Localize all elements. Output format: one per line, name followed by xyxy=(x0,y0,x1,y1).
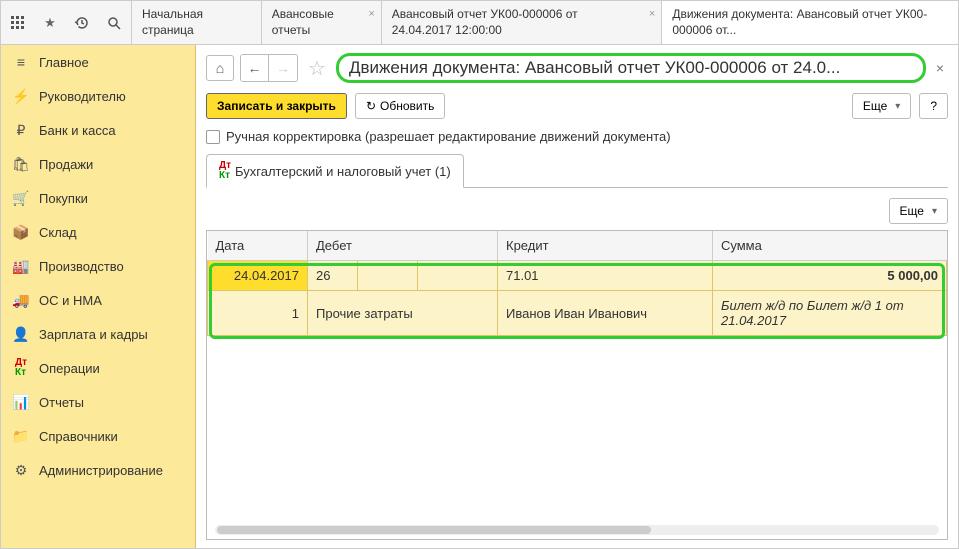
apps-icon[interactable] xyxy=(9,14,27,32)
close-icon[interactable]: × xyxy=(932,60,948,76)
sidebar-item-payroll[interactable]: 👤 Зарплата и кадры xyxy=(1,317,195,351)
scrollbar-horizontal[interactable] xyxy=(215,525,939,535)
factory-icon: 🏭 xyxy=(13,258,29,274)
bars-icon: 📊 xyxy=(13,394,29,410)
forward-button[interactable]: → xyxy=(269,55,297,81)
table-row[interactable]: 24.04.2017 26 71.01 5 000,00 xyxy=(208,261,947,291)
sidebar-item-label: Отчеты xyxy=(39,395,84,410)
col-credit[interactable]: Кредит xyxy=(498,231,713,261)
search-icon[interactable] xyxy=(105,14,123,32)
content-header: ⌂ ← → ☆ Движения документа: Авансовый от… xyxy=(206,53,948,83)
sidebar-item-label: Главное xyxy=(39,55,89,70)
nav-group: ← → xyxy=(240,54,298,82)
help-button[interactable]: ? xyxy=(919,93,948,119)
sidebar-item-label: Продажи xyxy=(39,157,93,172)
cell-debit-desc: Прочие затраты xyxy=(308,291,498,336)
cell-credit-desc: Иванов Иван Иванович xyxy=(498,291,713,336)
close-icon[interactable]: × xyxy=(649,7,655,21)
bag-icon: 🛍 xyxy=(13,156,29,172)
sidebar: ≡ Главное ⚡ Руководителю ₽ Банк и касса 🛍 Пр… xyxy=(1,45,196,548)
folder-icon: 📁 xyxy=(13,428,29,444)
sidebar-item-label: ОС и НМА xyxy=(39,293,102,308)
sidebar-item-purchases[interactable]: 🛒 Покупки xyxy=(1,181,195,215)
manual-correction-row: Ручная корректировка (разрешает редактир… xyxy=(206,129,948,144)
sidebar-item-label: Покупки xyxy=(39,191,88,206)
sidebar-item-label: Администрирование xyxy=(39,463,163,478)
sidebar-item-label: Производство xyxy=(39,259,124,274)
close-icon[interactable]: × xyxy=(368,7,374,21)
table-row[interactable]: 1 Прочие затраты Иванов Иван Иванович Би… xyxy=(208,291,947,336)
scrollbar-thumb[interactable] xyxy=(217,526,651,534)
cell-debit-sub1 xyxy=(358,261,418,291)
history-icon[interactable] xyxy=(73,14,91,32)
grid-more-button[interactable]: Еще xyxy=(889,198,948,224)
tabs: Начальная страница Авансовые отчеты× Ава… xyxy=(131,1,958,44)
box-icon: 📦 xyxy=(13,224,29,240)
sidebar-item-manager[interactable]: ⚡ Руководителю xyxy=(1,79,195,113)
sidebar-item-label: Операции xyxy=(39,361,100,376)
cell-credit: 71.01 xyxy=(498,261,713,291)
chart-icon: ⚡ xyxy=(13,88,29,104)
col-date[interactable]: Дата xyxy=(208,231,308,261)
refresh-icon: ↻ xyxy=(366,99,376,113)
sidebar-item-label: Банк и касса xyxy=(39,123,116,138)
sidebar-item-production[interactable]: 🏭 Производство xyxy=(1,249,195,283)
col-debit[interactable]: Дебет xyxy=(308,231,498,261)
cell-num: 1 xyxy=(208,291,308,336)
dtkt-icon: ДтКт xyxy=(219,161,231,181)
sidebar-item-reports[interactable]: 📊 Отчеты xyxy=(1,385,195,419)
sidebar-item-label: Справочники xyxy=(39,429,118,444)
content: ⌂ ← → ☆ Движения документа: Авансовый от… xyxy=(196,45,958,548)
sidebar-item-label: Склад xyxy=(39,225,77,240)
home-button[interactable]: ⌂ xyxy=(206,55,234,81)
sidebar-item-main[interactable]: ≡ Главное xyxy=(1,45,195,79)
sidebar-item-assets[interactable]: 🚚 ОС и НМА xyxy=(1,283,195,317)
sidebar-item-bank[interactable]: ₽ Банк и касса xyxy=(1,113,195,147)
sidebar-item-label: Зарплата и кадры xyxy=(39,327,148,342)
sidebar-item-admin[interactable]: ⚙ Администрирование xyxy=(1,453,195,487)
tab-control: ДтКт Бухгалтерский и налоговый учет (1) xyxy=(206,154,948,188)
person-icon: 👤 xyxy=(13,326,29,342)
topbar-icons: ★ xyxy=(1,1,131,44)
sidebar-item-operations[interactable]: ДтКт Операции xyxy=(1,351,195,385)
ruble-icon: ₽ xyxy=(13,122,29,138)
accounting-grid: Дата Дебет Кредит Сумма 24.04.2017 26 71… xyxy=(207,231,947,336)
favorite-icon[interactable]: ☆ xyxy=(308,56,326,81)
more-button[interactable]: Еще xyxy=(852,93,911,119)
star-icon[interactable]: ★ xyxy=(41,14,59,32)
grid-wrap: Дата Дебет Кредит Сумма 24.04.2017 26 71… xyxy=(206,230,948,540)
back-button[interactable]: ← xyxy=(241,55,269,81)
sidebar-item-sales[interactable]: 🛍 Продажи xyxy=(1,147,195,181)
toolbar: Записать и закрыть ↻Обновить Еще ? xyxy=(206,93,948,119)
save-close-button[interactable]: Записать и закрыть xyxy=(206,93,347,119)
cell-debit-sub2 xyxy=(418,261,498,291)
cart-icon: 🛒 xyxy=(13,190,29,206)
tab-advance-report[interactable]: Авансовый отчет УК00-000006 от 24.04.201… xyxy=(381,1,662,44)
manual-correction-label: Ручная корректировка (разрешает редактир… xyxy=(226,129,671,144)
truck-icon: 🚚 xyxy=(13,292,29,308)
cell-desc: Билет ж/д по Билет ж/д 1 от 21.04.2017 xyxy=(713,291,947,336)
sidebar-item-warehouse[interactable]: 📦 Склад xyxy=(1,215,195,249)
cell-sum: 5 000,00 xyxy=(713,261,947,291)
menu-icon: ≡ xyxy=(13,54,29,70)
col-sum[interactable]: Сумма xyxy=(713,231,947,261)
cell-debit: 26 xyxy=(308,261,358,291)
manual-correction-checkbox[interactable] xyxy=(206,130,220,144)
inner-toolbar: Еще xyxy=(206,198,948,224)
tab-start-page[interactable]: Начальная страница xyxy=(131,1,261,44)
tab-advance-reports[interactable]: Авансовые отчеты× xyxy=(261,1,381,44)
sidebar-item-references[interactable]: 📁 Справочники xyxy=(1,419,195,453)
sidebar-item-label: Руководителю xyxy=(39,89,126,104)
dtkt-icon: ДтКт xyxy=(13,360,29,376)
topbar: ★ Начальная страница Авансовые отчеты× А… xyxy=(1,1,958,45)
tab-movements[interactable]: Движения документа: Авансовый отчет УК00… xyxy=(661,1,958,44)
page-title: Движения документа: Авансовый отчет УК00… xyxy=(336,53,926,83)
cell-date: 24.04.2017 xyxy=(208,261,308,291)
refresh-button[interactable]: ↻Обновить xyxy=(355,93,445,119)
tab-accounting[interactable]: ДтКт Бухгалтерский и налоговый учет (1) xyxy=(206,154,464,188)
gear-icon: ⚙ xyxy=(13,462,29,478)
